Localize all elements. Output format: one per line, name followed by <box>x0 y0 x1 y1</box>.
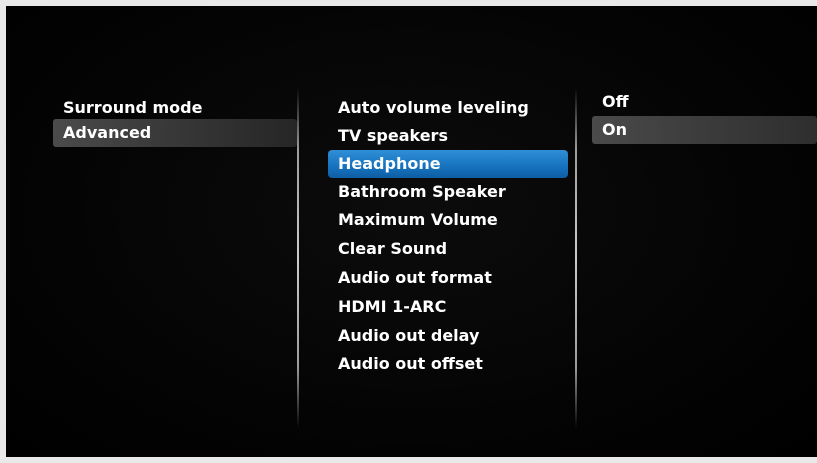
menu-item-surround-mode[interactable]: Surround mode <box>53 94 297 122</box>
menu-item-clear-sound[interactable]: Clear Sound <box>328 235 568 263</box>
menu-item-bathroom-speaker[interactable]: Bathroom Speaker <box>328 178 568 206</box>
menu-item-headphone[interactable]: Headphone <box>328 150 568 178</box>
menu-item-audio-out-delay[interactable]: Audio out delay <box>328 322 568 350</box>
menu-item-maximum-volume[interactable]: Maximum Volume <box>328 206 568 234</box>
left-menu: Surround mode Advanced <box>6 6 297 457</box>
option-on[interactable]: On <box>592 116 817 144</box>
menu-item-advanced[interactable]: Advanced <box>53 119 297 147</box>
menu-item-audio-out-offset[interactable]: Audio out offset <box>328 350 568 378</box>
middle-menu: Auto volume leveling TV speakers Headpho… <box>298 6 576 457</box>
menu-item-audio-out-format[interactable]: Audio out format <box>328 264 568 292</box>
right-options: Off On <box>577 6 817 457</box>
menu-item-auto-volume-leveling[interactable]: Auto volume leveling <box>328 94 568 122</box>
menu-item-hdmi-1-arc[interactable]: HDMI 1-ARC <box>328 293 568 321</box>
tv-settings-screen: Surround mode Advanced Auto volume level… <box>6 6 817 457</box>
menu-item-tv-speakers[interactable]: TV speakers <box>328 122 568 150</box>
option-off[interactable]: Off <box>592 88 817 116</box>
